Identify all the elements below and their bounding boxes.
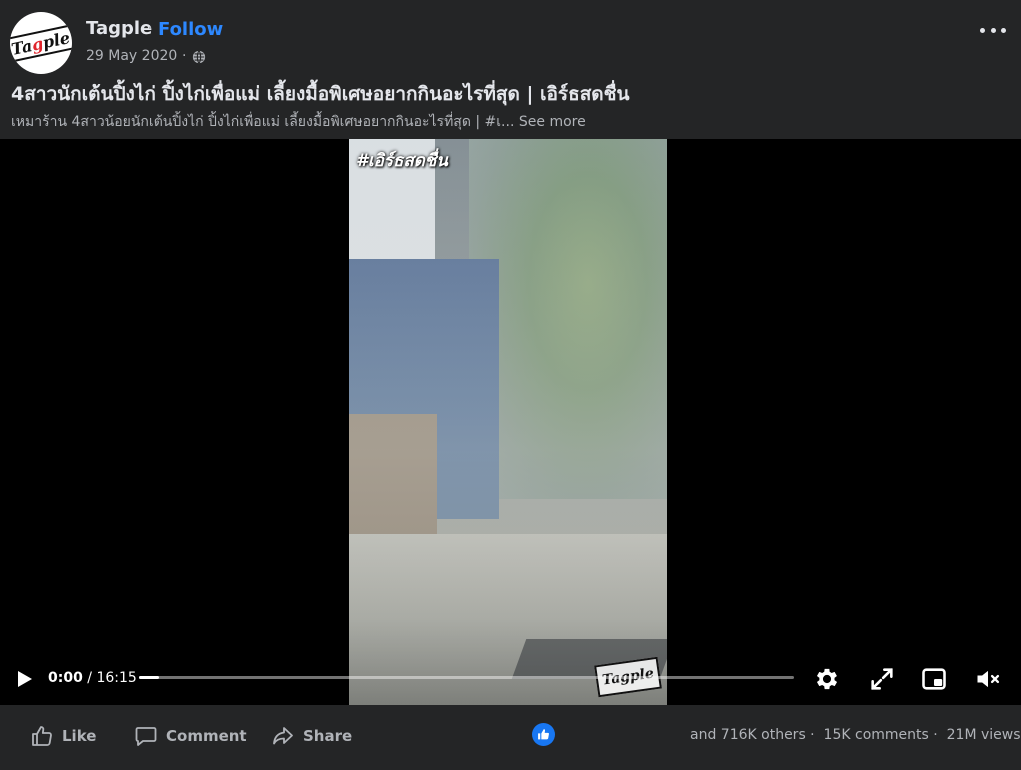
name-separator: · xyxy=(147,18,153,39)
scene-haze xyxy=(349,139,667,705)
video-post: Tagple Tagple · Follow 29 May 2020 · 4สา… xyxy=(0,0,1021,770)
progress-fill xyxy=(139,676,159,679)
comment-label: Comment xyxy=(166,727,247,745)
globe-icon xyxy=(192,50,206,64)
video-frame xyxy=(349,139,667,705)
post-date[interactable]: 29 May 2020 xyxy=(86,48,177,64)
page-avatar[interactable]: Tagple xyxy=(10,12,72,74)
views-count[interactable]: 21M views xyxy=(947,727,1021,743)
avatar-logo-text: Tagple xyxy=(10,24,72,62)
like-button[interactable]: Like xyxy=(30,723,96,749)
video-player[interactable]: #เอิร์ธสดชื่น Tagple 0:00 / 16:15 xyxy=(0,139,1021,705)
gear-icon[interactable] xyxy=(813,665,841,693)
comments-count[interactable]: 15K comments xyxy=(824,727,929,743)
date-separator: · xyxy=(182,48,187,64)
video-hashtag-overlay: #เอิร์ธสดชื่น xyxy=(356,151,448,171)
current-time: 0:00 xyxy=(48,670,83,686)
time-separator: / xyxy=(82,670,97,686)
share-arrow-icon xyxy=(273,727,293,745)
progress-bar[interactable] xyxy=(139,676,794,679)
post-stats: and 716K others · 15K comments · 21M vie… xyxy=(690,727,1021,743)
page-name[interactable]: Tagple xyxy=(86,18,152,39)
comment-bubble-icon xyxy=(135,727,157,746)
muted-speaker-icon[interactable] xyxy=(974,665,1002,693)
post-description-text: เหมาร้าน 4สาวน้อยนักเต้นปิ้งไก่ ปิ้งไก่เ… xyxy=(11,114,515,130)
play-icon[interactable] xyxy=(14,669,34,689)
share-button[interactable]: Share xyxy=(271,723,352,749)
video-duration: 16:15 xyxy=(96,670,137,686)
more-options-icon[interactable] xyxy=(980,20,1006,40)
reaction-like-badge[interactable] xyxy=(532,723,555,746)
like-label: Like xyxy=(62,727,97,745)
post-description: เหมาร้าน 4สาวน้อยนักเต้นปิ้งไก่ ปิ้งไก่เ… xyxy=(11,111,586,133)
share-label: Share xyxy=(303,727,353,745)
picture-in-picture-icon[interactable] xyxy=(920,665,948,693)
like-reaction-icon xyxy=(538,729,549,740)
follow-button[interactable]: Follow xyxy=(158,19,223,40)
post-title: 4สาวนักเต้นปิ้งไก่ ปิ้งไก่เพื่อแม่ เลี้ย… xyxy=(11,83,630,105)
reactions-count[interactable]: and 716K others xyxy=(690,727,806,743)
post-footer: Like Comment Share and 716K others · 15K… xyxy=(0,705,1021,770)
fullscreen-icon[interactable] xyxy=(868,665,896,693)
comment-button[interactable]: Comment xyxy=(134,723,247,749)
thumbs-up-icon xyxy=(32,726,52,746)
video-time: 0:00 / 16:15 xyxy=(48,670,137,686)
see-more-link[interactable]: See more xyxy=(519,114,586,130)
